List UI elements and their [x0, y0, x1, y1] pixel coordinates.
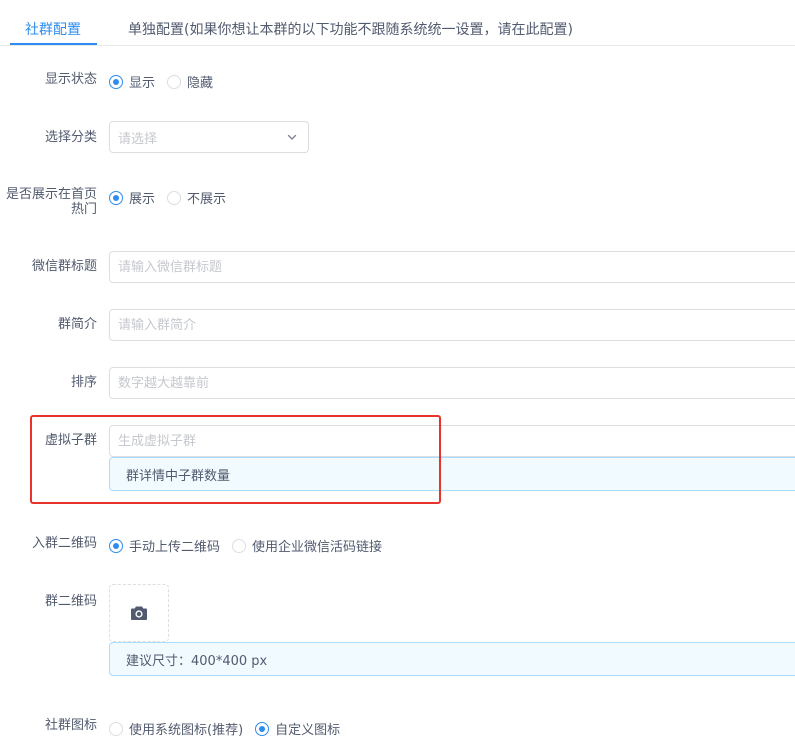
homepage-hot-radio-group: 展示 不展示 [109, 188, 238, 207]
homepage-hot-label: 是否展示在首页热门 [5, 187, 97, 217]
qrcode-upload-button[interactable] [109, 584, 169, 642]
radio-label: 自定义图标 [275, 723, 341, 738]
radio-label: 使用企业微信活码链接 [252, 540, 383, 555]
virtual-subgroup-input[interactable] [109, 425, 795, 457]
group-icon-option-custom[interactable]: 自定义图标 [255, 719, 340, 738]
tab-community-config[interactable]: 社群配置 [25, 19, 81, 39]
join-qrcode-radio-group: 手动上传二维码 使用企业微信活码链接 [109, 536, 394, 555]
group-icon-label: 社群图标 [44, 718, 97, 733]
tab-individual-config[interactable]: 单独配置(如果你想让本群的以下功能不跟随系统统一设置，请在此配置) [128, 19, 573, 39]
tip-text: 建议尺寸：400*400 px [126, 653, 268, 669]
group-icon-option-system[interactable]: 使用系统图标(推荐) [109, 719, 243, 738]
display-status-label: 显示状态 [44, 72, 97, 87]
radio-unchecked-icon[interactable] [232, 538, 247, 553]
active-tab-indicator [10, 43, 97, 45]
radio-label: 使用系统图标(推荐) [129, 723, 244, 738]
tip-text: 群详情中子群数量 [126, 468, 231, 484]
chevron-down-icon [287, 134, 297, 140]
join-qrcode-option-upload[interactable]: 手动上传二维码 [109, 536, 220, 555]
radio-checked-icon[interactable] [255, 721, 270, 736]
display-status-option-hide[interactable]: 隐藏 [167, 72, 213, 91]
sort-input[interactable] [109, 367, 795, 399]
virtual-subgroup-label: 虚拟子群 [44, 433, 97, 448]
wechat-title-input[interactable] [109, 251, 795, 283]
sort-label: 排序 [70, 375, 97, 390]
wechat-title-label: 微信群标题 [31, 259, 97, 274]
tab-bar: 社群配置 单独配置(如果你想让本群的以下功能不跟随系统统一设置，请在此配置) [0, 0, 795, 46]
display-status-option-show[interactable]: 显示 [109, 72, 155, 91]
radio-unchecked-icon[interactable] [167, 190, 182, 205]
radio-label: 展示 [129, 192, 156, 207]
radio-checked-icon[interactable] [109, 538, 123, 553]
group-qrcode-label: 群二维码 [44, 594, 97, 609]
group-icon-radio-group: 使用系统图标(推荐) 自定义图标 [109, 719, 352, 738]
radio-label: 手动上传二维码 [129, 540, 221, 555]
homepage-hot-option-hide[interactable]: 不展示 [167, 188, 226, 207]
virtual-subgroup-tip: 群详情中子群数量 [109, 457, 795, 491]
radio-label: 隐藏 [187, 76, 214, 91]
join-qrcode-option-wecom-link[interactable]: 使用企业微信活码链接 [232, 536, 382, 555]
group-intro-input[interactable] [109, 309, 795, 341]
radio-unchecked-icon[interactable] [167, 74, 182, 89]
radio-checked-icon[interactable] [109, 74, 123, 89]
category-select[interactable]: 请选择 [109, 121, 309, 153]
category-select-placeholder: 请选择 [118, 131, 158, 147]
join-qrcode-label: 入群二维码 [31, 536, 97, 551]
radio-label: 不展示 [187, 192, 227, 207]
radio-unchecked-icon[interactable] [109, 721, 123, 736]
camera-icon [131, 606, 147, 620]
category-label: 选择分类 [44, 130, 97, 145]
homepage-hot-option-show[interactable]: 展示 [109, 188, 155, 207]
radio-checked-icon[interactable] [109, 190, 123, 205]
display-status-radio-group: 显示 隐藏 [109, 72, 225, 91]
group-intro-label: 群简介 [57, 317, 97, 332]
qrcode-size-tip: 建议尺寸：400*400 px [109, 642, 795, 676]
radio-label: 显示 [129, 76, 156, 91]
